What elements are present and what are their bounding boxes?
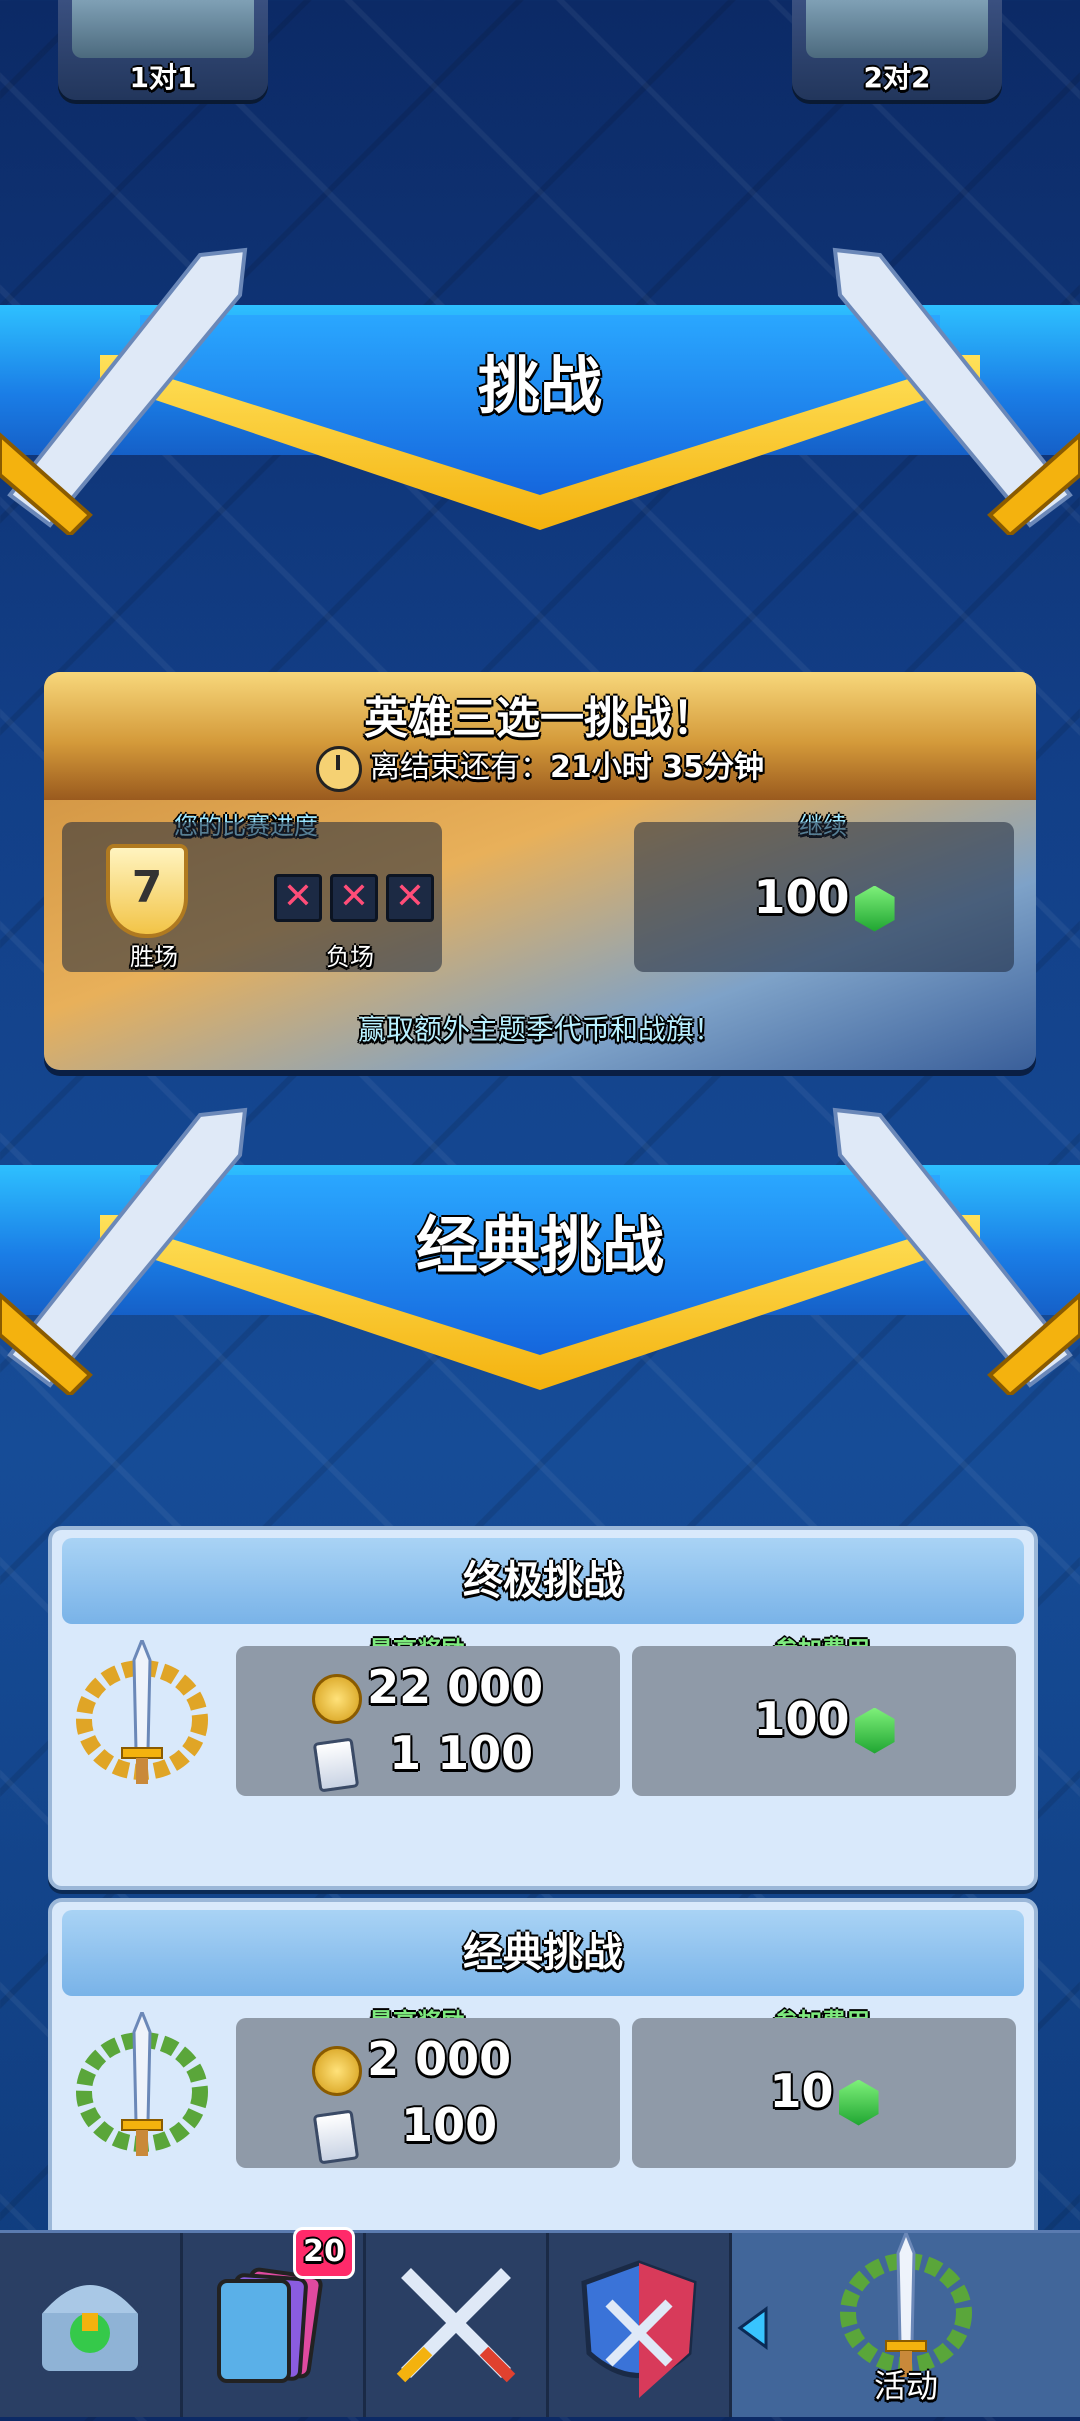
gold-coin-icon [312,2045,362,2096]
gem-icon [838,2079,879,2126]
ultimate-title: 终极挑战 [62,1538,1024,1624]
nav-battle-tab[interactable] [366,2233,549,2417]
classic-challenge-card[interactable]: 经典挑战 最高奖励 2 000 100 参加费用 10 [48,1898,1038,2266]
gold-coin-icon [312,1673,362,1724]
events-label: 活动 [873,2367,938,2405]
classic-challenge-banner: 经典挑战 [0,1105,1080,1395]
nav-events-tab[interactable]: 活动 [732,2233,1080,2417]
event-title: 英雄三选一挑战！ [364,693,716,744]
nav-cards-tab[interactable]: 20 [183,2227,366,2417]
loss-x-icon: ✕ [386,874,434,922]
clock-icon [316,745,363,792]
classic-title: 经典挑战 [62,1910,1024,1996]
gem-icon [854,885,895,932]
hero-challenge-card[interactable]: 英雄三选一挑战！ 离结束还有：21小时 35分钟 您的比赛进度 7 胜场 ✕ ✕… [44,672,1036,1070]
card-icon [312,1736,360,1793]
ultimate-cards: 1 100 [389,1726,534,1780]
challenge-banner: 挑战 [0,245,1080,535]
ultimate-reward-panel: 22 000 1 100 [236,1646,620,1796]
timer-value: 21小时 35分钟 [550,750,764,785]
wins-shield-icon: 7 [106,844,188,938]
crossed-swords-icon [396,2268,516,2383]
timer-prefix: 离结束还有： [370,750,551,785]
bottom-nav: 20 活动 [0,2227,1080,2417]
ultimate-gold: 22 000 [367,1660,544,1714]
card-icon [312,2108,360,2165]
loss-x-icon: ✕ [274,874,322,922]
banner-title: 挑战 [477,349,602,422]
classic-fee: 10 [769,2064,834,2118]
arrow-left-icon [737,2306,768,2350]
mode-1v1-label: 1对1 [129,61,197,94]
event-reward-text: 赢取额外主题季代币和战旗！ [357,1013,722,1046]
event-header: 英雄三选一挑战！ 离结束还有：21小时 35分钟 [44,672,1036,800]
treasure-chest-icon [38,2281,142,2375]
nav-clan-tab[interactable] [549,2233,732,2417]
clan-shield-icon [581,2260,697,2398]
mode-1v1-thumbnail [72,0,254,58]
continue-cost: 100 [753,870,850,924]
classic-reward-panel: 2 000 100 [236,2018,620,2168]
classic-cards: 100 [401,2098,498,2152]
classic-gold: 2 000 [367,2032,512,2086]
classic-fee-button[interactable]: 10 [632,2018,1016,2168]
losses-label: 负场 [326,943,374,971]
ultimate-fee: 100 [753,1692,850,1746]
mode-2v2-tile[interactable]: 2对2 [792,0,1002,100]
mode-2v2-label: 2对2 [863,61,931,94]
continue-button[interactable]: 100 [634,822,1014,972]
ultimate-fee-button[interactable]: 100 [632,1646,1016,1796]
event-timer: 离结束还有：21小时 35分钟 [44,742,1036,792]
gold-wreath-sword-icon [76,1640,208,1784]
wins-count: 7 [131,862,163,913]
cards-count-badge: 20 [293,2227,355,2279]
mode-2v2-thumbnail [806,0,988,58]
ultimate-challenge-card[interactable]: 终极挑战 最高奖励 22 000 1 100 参加费用 100 [48,1526,1038,1890]
wins-label: 胜场 [130,943,178,971]
green-wreath-sword-icon [76,2012,208,2156]
gem-icon [854,1707,895,1754]
banner-title: 经典挑战 [415,1209,664,1282]
loss-x-icon: ✕ [330,874,378,922]
nav-shop-tab[interactable] [0,2233,183,2417]
mode-1v1-tile[interactable]: 1对1 [58,0,268,100]
